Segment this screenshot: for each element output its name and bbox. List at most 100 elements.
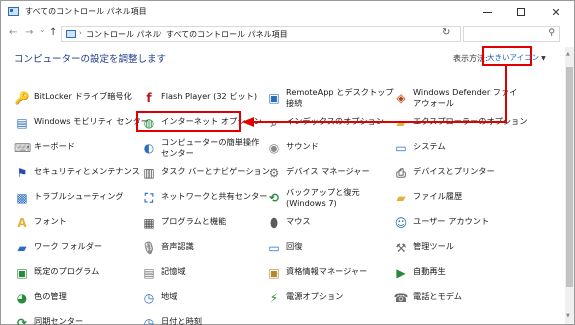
- control-panel-item-label: 自動再生: [413, 266, 446, 276]
- control-panel-item[interactable]: ▦ プログラムと機能: [141, 212, 263, 238]
- control-panel-item[interactable]: ▭ 回復: [266, 237, 388, 263]
- control-panel-item-label: フォント: [34, 216, 67, 226]
- bitlocker-icon: 🔑: [14, 91, 30, 105]
- mouse-icon: ⬮: [270, 216, 278, 230]
- user-accounts-icon: ☺: [394, 216, 408, 230]
- remoteapp-icon: ▣: [268, 91, 280, 105]
- control-panel-item-label: Windows モビリティ センター: [34, 116, 149, 126]
- firewall-icon: ◈: [396, 91, 406, 105]
- control-panel-item[interactable]: ▭ システム: [393, 137, 515, 163]
- taskbar-icon: ▥: [143, 166, 155, 180]
- storage-spaces-icon: ▤: [143, 266, 155, 280]
- system-icon: ▭: [395, 141, 407, 155]
- control-panel-item-label: コンピューターの簡単操作センター: [161, 137, 260, 158]
- control-panel-item[interactable]: f Flash Player (32 ビット): [141, 87, 263, 113]
- control-panel-item[interactable]: ⛶ ネットワークと共有センター: [141, 187, 268, 213]
- control-panel-item-label: サウンド: [286, 141, 319, 151]
- control-panel-item[interactable]: ◷ 日付と時刻: [141, 312, 263, 325]
- control-panel-item[interactable]: ⚒ 管理ツール: [393, 237, 515, 263]
- control-panel-item[interactable]: ◷ 地域: [141, 287, 263, 313]
- keyboard-icon: ⌨: [14, 141, 32, 155]
- scroll-down-icon[interactable]: ▼: [566, 313, 570, 319]
- control-panel-item[interactable]: ☺ ユーザー アカウント: [393, 212, 515, 238]
- control-panel-item-label: 回復: [286, 241, 303, 251]
- control-panel-item[interactable]: ▥ タスク バーとナビゲーション: [141, 162, 270, 188]
- troubleshooting-icon: ▩: [16, 191, 28, 205]
- sync-center-icon: ⟳: [16, 316, 28, 325]
- control-panel-item-label: Windows Defender ファイアウォール: [413, 87, 518, 108]
- security-maintenance-icon: ⚑: [16, 166, 28, 180]
- control-panel-item[interactable]: ⬮ マウス: [266, 212, 388, 238]
- control-panel-item[interactable]: ⟲ バックアップと復元 (Windows 7): [266, 187, 388, 213]
- control-panel-item-label: マウス: [286, 216, 311, 226]
- ease-of-access-icon: ◐: [143, 141, 155, 155]
- control-panel-item-label: ユーザー アカウント: [413, 216, 490, 226]
- annotation-highlight-box: [136, 111, 241, 132]
- control-panel-items: 🔑 BitLocker ドライブ暗号化 f Flash Player (32 ビット)…: [0, 0, 575, 325]
- control-panel-item[interactable]: ◕ 色の管理: [14, 287, 136, 313]
- fonts-icon: A: [17, 216, 27, 230]
- control-panel-item[interactable]: ⌨ キーボード: [14, 137, 136, 163]
- control-panel-item-label: デバイスとプリンター: [413, 166, 495, 176]
- control-panel-item-label: Flash Player (32 ビット): [161, 91, 258, 101]
- control-panel-item[interactable]: ⚡ 電源オプション: [266, 287, 388, 313]
- control-panel-item-label: 日付と時刻: [161, 316, 202, 325]
- credential-manager-icon: ▣: [268, 266, 280, 280]
- control-panel-item[interactable]: 🔑 BitLocker ドライブ暗号化: [14, 87, 136, 113]
- control-panel-item[interactable]: ◉ サウンド: [266, 137, 388, 163]
- control-panel-item-label: 電話とモデム: [413, 291, 462, 301]
- control-panel-item[interactable]: 🎙 音声認識: [141, 237, 263, 263]
- control-panel-item-label: 同期センター: [34, 316, 84, 325]
- control-panel-item-label: システム: [413, 141, 446, 151]
- color-management-icon: ◕: [16, 291, 28, 305]
- control-panel-item[interactable]: ▰ ワーク フォルダー: [14, 237, 136, 263]
- control-panel-item[interactable]: ⟳ 同期センター: [14, 312, 136, 325]
- control-panel-item[interactable]: A フォント: [14, 212, 136, 238]
- control-panel-item-label: エクスプローラーのオプション: [413, 116, 528, 126]
- control-panel-item[interactable]: ◐ コンピューターの簡単操作センター: [141, 137, 263, 163]
- control-panel-item[interactable]: ▩ トラブルシューティング: [14, 187, 136, 213]
- scrollbar-thumb[interactable]: [566, 67, 573, 287]
- scroll-up-icon[interactable]: ▲: [566, 51, 570, 57]
- control-panel-item[interactable]: ☎ 電話とモデム: [393, 287, 515, 313]
- control-panel-item[interactable]: ⌕ インデックスのオプション: [266, 112, 388, 138]
- control-panel-item-label: 既定のプログラム: [34, 266, 100, 276]
- control-panel-item-label: デバイス マネージャー: [286, 166, 370, 176]
- control-panel-item[interactable]: ▣ 資格情報マネージャー: [266, 262, 388, 288]
- control-panel-item-label: トラブルシューティング: [34, 191, 124, 201]
- control-panel-item[interactable]: ⚑ セキュリティとメンテナンス: [14, 162, 140, 188]
- recovery-icon: ▭: [268, 241, 280, 255]
- control-panel-item-label: 色の管理: [34, 291, 67, 301]
- control-panel-item[interactable]: ▤ 記憶域: [141, 262, 263, 288]
- control-panel-item[interactable]: ▰ ファイル履歴: [393, 187, 515, 213]
- network-sharing-icon: ⛶: [144, 191, 154, 205]
- flash-player-icon: f: [146, 91, 152, 105]
- control-panel-item-label: ネットワークと共有センター: [161, 191, 268, 201]
- indexing-options-icon: ⌕: [270, 116, 278, 130]
- device-manager-icon: ⚙: [268, 166, 280, 180]
- sound-icon: ◉: [268, 141, 280, 155]
- control-panel-item[interactable]: ◈ Windows Defender ファイアウォール: [393, 87, 517, 113]
- control-panel-item-label: 記憶域: [161, 266, 186, 276]
- date-time-icon: ◷: [143, 316, 155, 325]
- control-panel-item-label: 音声認識: [161, 241, 194, 251]
- control-panel-item[interactable]: ▣ RemoteApp とデスクトップ接続: [266, 87, 393, 113]
- control-panel-item[interactable]: ▶ 自動再生: [393, 262, 515, 288]
- control-panel-item[interactable]: ▰ エクスプローラーのオプション: [393, 112, 527, 138]
- backup-restore-icon: ⟲: [268, 191, 280, 205]
- power-options-icon: ⚡: [269, 291, 279, 305]
- control-panel-item-label: プログラムと機能: [161, 216, 227, 226]
- control-panel-item[interactable]: ⎙ デバイスとプリンター: [393, 162, 515, 188]
- control-panel-item[interactable]: ▤ Windows モビリティ センター: [14, 112, 149, 138]
- work-folders-icon: ▰: [17, 241, 27, 255]
- admin-tools-icon: ⚒: [395, 241, 407, 255]
- vertical-scrollbar[interactable]: ▲ ▼: [565, 47, 574, 324]
- control-panel-item-label: RemoteApp とデスクトップ接続: [286, 87, 394, 108]
- control-panel-item-label: ファイル履歴: [413, 191, 463, 201]
- control-panel-item[interactable]: ⚙ デバイス マネージャー: [266, 162, 388, 188]
- speech-recognition-icon: 🎙: [141, 241, 157, 255]
- control-panel-item[interactable]: ▣ 既定のプログラム: [14, 262, 136, 288]
- region-icon: ◷: [143, 291, 155, 305]
- file-history-icon: ▰: [396, 191, 406, 205]
- default-programs-icon: ▣: [16, 266, 28, 280]
